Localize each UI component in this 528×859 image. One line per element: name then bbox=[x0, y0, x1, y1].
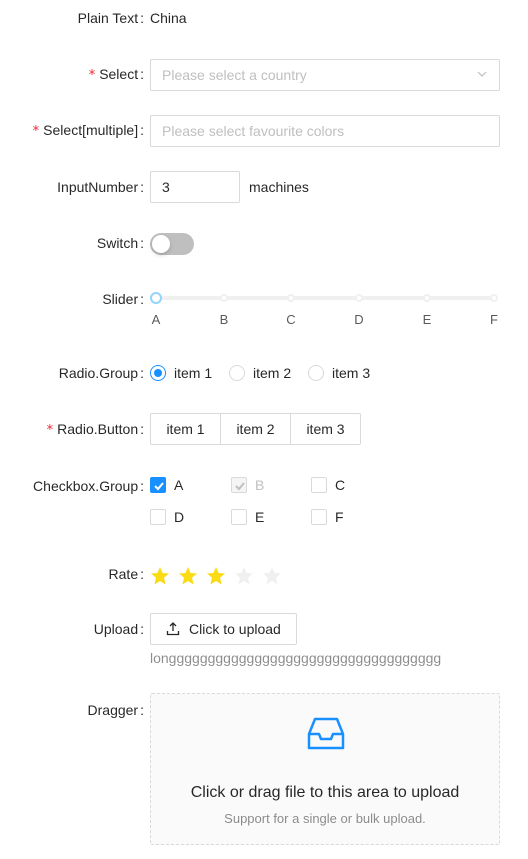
radio-button-item-3[interactable]: item 3 bbox=[290, 413, 361, 445]
checkbox-box bbox=[311, 509, 327, 525]
radio-circle bbox=[308, 365, 324, 381]
star-icon[interactable] bbox=[234, 566, 254, 586]
radio-item-2[interactable]: item 2 bbox=[229, 365, 291, 381]
checkbox-box bbox=[231, 509, 247, 525]
radio-circle bbox=[229, 365, 245, 381]
chevron-down-icon bbox=[477, 71, 487, 77]
radio-label: item 3 bbox=[332, 365, 371, 381]
checkbox-label: E bbox=[255, 509, 265, 525]
inbox-icon bbox=[307, 717, 345, 750]
slider-rail[interactable] bbox=[156, 296, 494, 300]
radio-label: item 2 bbox=[253, 365, 292, 381]
radio-item-1[interactable]: item 1 bbox=[150, 365, 212, 381]
radio-group-label: Radio.Group: bbox=[58, 365, 144, 381]
slider-handle[interactable] bbox=[150, 292, 162, 304]
star-icon[interactable] bbox=[150, 566, 170, 586]
rate-label: Rate: bbox=[108, 566, 144, 582]
select-label: * Select: bbox=[88, 66, 144, 83]
slider-label: Slider: bbox=[102, 291, 144, 307]
input-number-suffix: machines bbox=[249, 179, 309, 195]
slider-dot bbox=[220, 294, 228, 302]
select-multiple-label: * Select[multiple]: bbox=[32, 122, 144, 139]
upload-dragger[interactable]: Click or drag file to this area to uploa… bbox=[150, 693, 500, 845]
switch-label: Switch: bbox=[96, 235, 144, 251]
checkbox-b: B bbox=[231, 477, 264, 493]
form-item-switch: Switch: bbox=[0, 233, 528, 255]
check-icon bbox=[235, 482, 245, 491]
switch-knob bbox=[152, 235, 170, 253]
checkbox-box bbox=[150, 509, 166, 525]
plain-text-value: China bbox=[150, 10, 187, 26]
star-icon[interactable] bbox=[178, 566, 198, 586]
slider-dot bbox=[287, 294, 295, 302]
checkbox-label: B bbox=[255, 477, 265, 493]
checkbox-e[interactable]: E bbox=[231, 509, 264, 525]
input-number-value: 3 bbox=[162, 179, 170, 195]
checkbox-f[interactable]: F bbox=[311, 509, 344, 525]
slider-mark[interactable]: C bbox=[286, 312, 295, 327]
radio-circle bbox=[150, 365, 166, 381]
checkbox-box bbox=[231, 477, 247, 493]
input-number-label: InputNumber: bbox=[57, 179, 144, 195]
radio-label: item 1 bbox=[174, 365, 213, 381]
star-icon[interactable] bbox=[206, 566, 226, 586]
upload-label: Upload: bbox=[93, 621, 144, 637]
machines-input-number[interactable]: 3 bbox=[150, 171, 240, 203]
checkbox-d[interactable]: D bbox=[150, 509, 184, 525]
toggle-switch[interactable] bbox=[150, 233, 194, 255]
star-icon[interactable] bbox=[262, 566, 282, 586]
radio-button-item-2[interactable]: item 2 bbox=[220, 413, 291, 445]
slider-mark[interactable]: E bbox=[423, 312, 432, 327]
colors-multi-select[interactable]: Please select favourite colors bbox=[150, 115, 500, 147]
upload-button[interactable]: Click to upload bbox=[150, 613, 297, 645]
select-multiple-placeholder: Please select favourite colors bbox=[162, 123, 345, 139]
slider-mark[interactable]: F bbox=[490, 312, 498, 327]
check-icon bbox=[154, 482, 164, 491]
checkbox-box bbox=[150, 477, 166, 493]
radio-item-3[interactable]: item 3 bbox=[308, 365, 370, 381]
slider-mark[interactable]: B bbox=[220, 312, 229, 327]
checkbox-label: A bbox=[174, 477, 184, 493]
checkbox-label: C bbox=[335, 477, 346, 493]
uploaded-file-name[interactable]: longgggggggggggggggggggggggggggggggggg bbox=[150, 650, 441, 666]
upload-button-label: Click to upload bbox=[189, 621, 281, 637]
checkbox-a[interactable]: A bbox=[150, 477, 183, 493]
select-placeholder: Please select a country bbox=[162, 67, 307, 83]
dragger-hint: Support for a single or bulk upload. bbox=[224, 811, 426, 826]
slider-dot bbox=[423, 294, 431, 302]
dragger-text: Click or drag file to this area to uploa… bbox=[190, 784, 460, 801]
slider-dot bbox=[355, 294, 363, 302]
checkbox-label: F bbox=[335, 509, 344, 525]
checkbox-group-label: Checkbox.Group: bbox=[33, 478, 144, 494]
checkbox-box bbox=[311, 477, 327, 493]
checkbox-c[interactable]: C bbox=[311, 477, 345, 493]
radio-button-label: * Radio.Button: bbox=[46, 421, 144, 438]
dragger-label: Dragger: bbox=[87, 702, 144, 718]
upload-icon bbox=[166, 622, 180, 636]
country-select[interactable]: Please select a country bbox=[150, 59, 500, 91]
slider-mark[interactable]: A bbox=[152, 312, 161, 327]
plain-text-label: Plain Text: bbox=[77, 10, 144, 26]
slider-mark[interactable]: D bbox=[354, 312, 363, 327]
radio-button-item-1[interactable]: item 1 bbox=[150, 413, 221, 445]
checkbox-label: D bbox=[174, 509, 185, 525]
slider-dot bbox=[490, 294, 498, 302]
